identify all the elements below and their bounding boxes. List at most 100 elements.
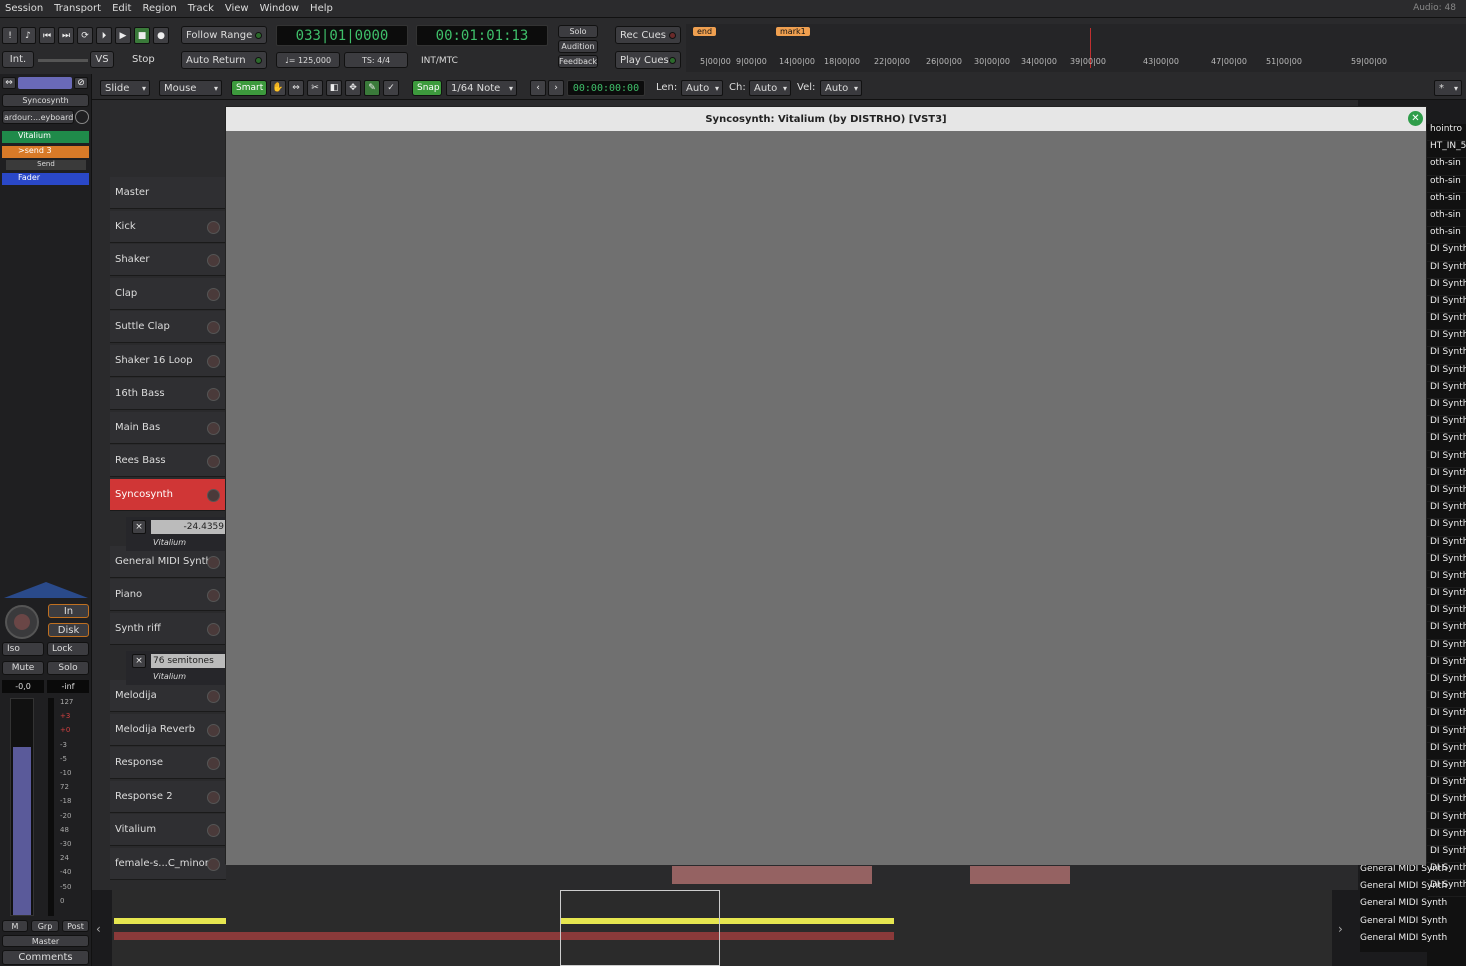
regions-list-names[interactable]: General MIDI Synth General MIDI Synth Gene… — [1360, 864, 1447, 952]
region-list-item[interactable]: General MIDI Synth — [1360, 916, 1447, 933]
smart-mode-button[interactable]: Smart — [231, 80, 267, 96]
mute-button[interactable]: Mute — [2, 661, 44, 675]
region-list-item[interactable]: DI Synth — [1427, 451, 1466, 468]
region-list-item[interactable]: DI Synth — [1427, 433, 1466, 451]
region-list-item[interactable]: DI Synth — [1427, 640, 1466, 657]
automation-value-1[interactable]: -24.4359 — [151, 520, 226, 534]
region-list-item[interactable]: General MIDI Synth — [1360, 933, 1447, 950]
region-list-item[interactable]: DI Synth — [1427, 708, 1466, 726]
primary-clock[interactable]: 033|01|0000 — [276, 25, 408, 46]
track-record-icon[interactable] — [207, 455, 220, 468]
monitor-in-button[interactable]: In — [48, 604, 89, 618]
menu-session[interactable]: Session — [0, 3, 49, 14]
region-list-item[interactable]: DI Synth — [1427, 502, 1466, 520]
feedback-indicator[interactable]: Feedback — [558, 55, 598, 68]
menu-edit[interactable]: Edit — [107, 3, 137, 14]
phase-icon[interactable] — [75, 110, 89, 124]
track-header[interactable]: Response 2 — [110, 781, 226, 813]
track-record-icon[interactable] — [207, 254, 220, 267]
track-record-icon[interactable] — [207, 288, 220, 301]
zoom-focus-select[interactable]: * — [1434, 80, 1462, 96]
shuttle-slider[interactable] — [38, 59, 88, 62]
input-button[interactable]: ardour:...eyboard — [2, 110, 74, 124]
panic-button[interactable]: ! — [2, 27, 18, 44]
track-header[interactable]: Main Bas — [110, 412, 226, 444]
loop-icon[interactable]: ⟳ — [77, 27, 93, 44]
gain-fader[interactable] — [10, 698, 34, 916]
record-icon[interactable]: ● — [153, 27, 169, 44]
track-record-icon[interactable] — [207, 724, 220, 737]
secondary-clock[interactable]: 00:01:01:13 — [416, 25, 548, 46]
cut-tool-icon[interactable]: ✂ — [307, 80, 323, 96]
meter-point-m[interactable]: M — [2, 920, 28, 932]
region-list-item[interactable]: oth-sin — [1427, 176, 1466, 193]
metronome-icon[interactable]: ♪ — [20, 27, 36, 44]
region-list-item[interactable]: DI Synth — [1427, 347, 1466, 365]
mark1-marker[interactable]: mark1 — [776, 27, 810, 36]
region-list-item[interactable]: DI Synth — [1427, 262, 1466, 279]
ripple-mode-select[interactable]: Mouse — [159, 80, 222, 96]
region-list-item[interactable]: DI Synth — [1427, 399, 1466, 417]
rec-cues-button[interactable]: Rec Cues — [615, 26, 681, 44]
end-marker[interactable]: end — [693, 27, 717, 36]
track-record-icon[interactable] — [207, 556, 220, 569]
group-button[interactable]: Grp — [31, 920, 59, 932]
region-list-item[interactable]: General MIDI Synth — [1360, 898, 1447, 915]
region-list-item[interactable]: DI Synth — [1427, 468, 1466, 485]
track-header[interactable]: Synth riff — [110, 613, 226, 645]
track-header[interactable]: Shaker 16 Loop — [110, 345, 226, 377]
region-list-item[interactable]: DI Synth — [1427, 829, 1466, 846]
region-list-item[interactable]: oth-sin — [1427, 193, 1466, 210]
track-header[interactable]: Clap — [110, 278, 226, 310]
region-list-item[interactable]: HT_IN_5 — [1427, 141, 1466, 159]
track-header[interactable]: Suttle Clap — [110, 311, 226, 343]
track-header[interactable]: Response — [110, 747, 226, 779]
meter-point-post[interactable]: Post — [62, 920, 89, 932]
nudge-back-icon[interactable]: ‹ — [530, 80, 546, 96]
track-record-icon[interactable] — [207, 791, 220, 804]
scroll-right-icon[interactable]: › — [1338, 922, 1343, 936]
track-record-icon[interactable] — [207, 757, 220, 770]
play-range-icon[interactable]: ⏵ — [96, 27, 112, 44]
scroll-left-icon[interactable]: ‹ — [96, 922, 101, 936]
region-list-item[interactable]: DI Synth — [1427, 846, 1466, 864]
region-list-item[interactable]: DI Synth — [1427, 571, 1466, 589]
track-header[interactable]: female-s...C_minor — [110, 848, 226, 880]
region-list-item[interactable]: DI Synth — [1427, 330, 1466, 348]
audition-indicator[interactable]: Audition — [558, 40, 598, 53]
region-list-item[interactable]: DI Synth — [1427, 313, 1466, 331]
audition-tool-icon[interactable]: ✥ — [345, 80, 361, 96]
regions-list[interactable]: hointro HT_IN_5 oth-sin oth-sin oth-sin oth-s… — [1427, 124, 1466, 966]
goto-end-icon[interactable]: ⏭ — [58, 27, 74, 44]
menu-window[interactable]: Window — [255, 3, 305, 14]
grab-tool-icon[interactable]: ✋ — [270, 80, 286, 96]
track-record-icon[interactable] — [207, 690, 220, 703]
track-header[interactable]: Piano — [110, 579, 226, 611]
range-tool-icon[interactable]: ⇔ — [288, 80, 304, 96]
track-record-icon[interactable] — [207, 355, 220, 368]
summary-pane[interactable] — [112, 890, 1332, 966]
track-record-icon[interactable] — [207, 824, 220, 837]
track-header[interactable]: 16th Bass — [110, 378, 226, 410]
timeline-ruler[interactable]: end mark1 5|00|00 9|00|00 14|00|00 18|00|00… — [686, 24, 1466, 72]
menu-track[interactable]: Track — [183, 3, 220, 14]
tempo-display[interactable]: ♩= 125,000 — [276, 52, 340, 68]
region-list-item[interactable]: DI Synth — [1427, 605, 1466, 623]
panner[interactable] — [4, 582, 88, 598]
int-button[interactable]: Int. — [2, 51, 34, 68]
region-list-item[interactable]: DI Synth — [1427, 588, 1466, 606]
region-list-item[interactable]: oth-sin — [1427, 210, 1466, 228]
plugin-window-titlebar[interactable]: Syncosynth: Vitalium (by DISTRHO) [VST3]… — [226, 107, 1426, 131]
record-arm-icon[interactable] — [5, 605, 39, 639]
goto-start-icon[interactable]: ⏮ — [39, 27, 55, 44]
summary-viewport[interactable] — [560, 890, 720, 966]
menu-region[interactable]: Region — [137, 3, 182, 14]
track-record-icon[interactable] — [207, 489, 220, 502]
comments-button[interactable]: Comments — [2, 950, 89, 965]
strip-hide-icon[interactable]: ⊘ — [74, 77, 88, 89]
track-header[interactable]: Shaker — [110, 244, 226, 276]
track-record-icon[interactable] — [207, 422, 220, 435]
region-list-item[interactable]: DI Synth — [1427, 244, 1466, 262]
nudge-clock[interactable]: 00:00:00:00 — [567, 80, 645, 96]
play-cues-button[interactable]: Play Cues — [615, 51, 681, 69]
